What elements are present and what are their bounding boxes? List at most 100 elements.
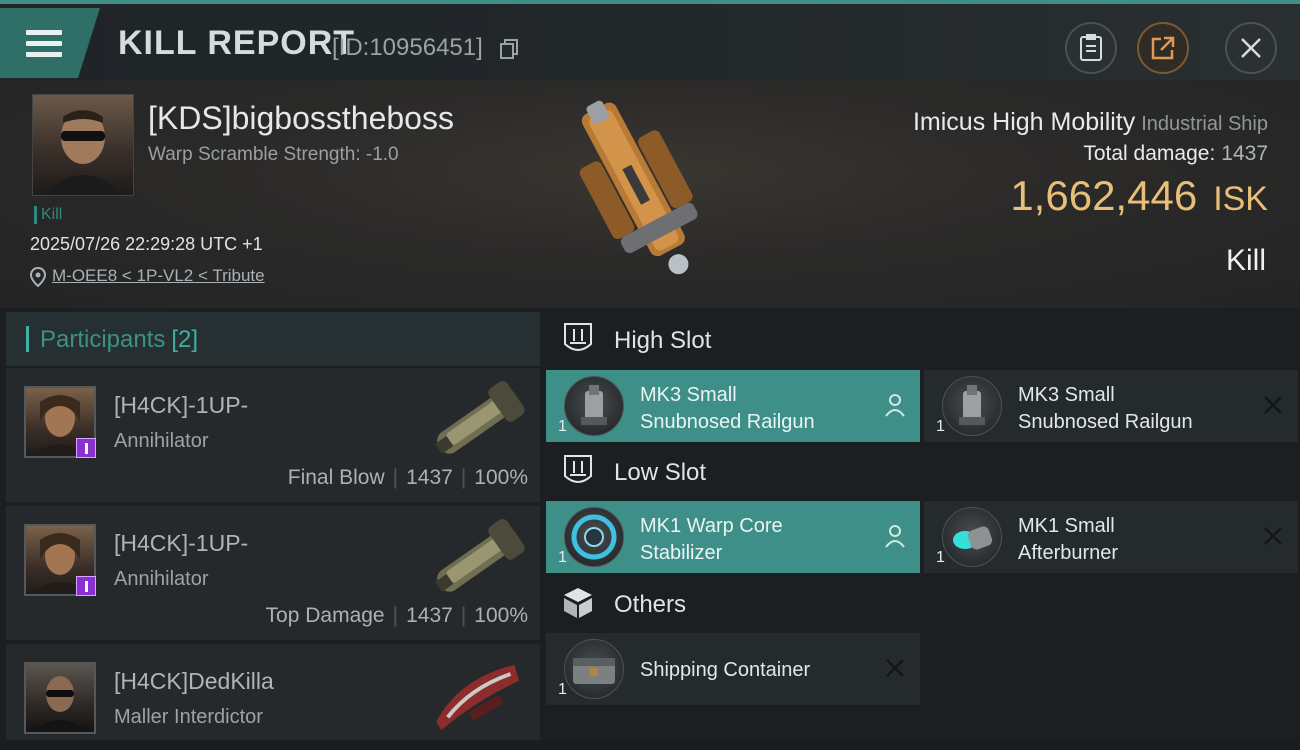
participants-header[interactable]: Participants [2] — [6, 312, 540, 366]
low-slot-label: Low Slot — [614, 459, 707, 486]
destroyed-x-icon — [1264, 527, 1282, 545]
total-damage-value: 1437 — [1221, 142, 1268, 165]
victim-ship-name: Imicus High Mobility Industrial Ship — [913, 108, 1268, 137]
high-slot-icon — [564, 323, 592, 351]
low-slot-icon — [564, 455, 592, 483]
module-item[interactable]: 1 MK1 Warp Core Stabilizer — [546, 501, 920, 573]
badge-icon — [76, 576, 96, 596]
victim-avatar[interactable] — [32, 94, 134, 196]
kill-tag: Kill — [34, 206, 62, 224]
kill-result-label: Kill — [1225, 244, 1266, 277]
module-name-line2: Snubnosed Railgun — [640, 411, 815, 433]
participant-ship-image — [435, 519, 525, 592]
victim-banner: [KDS]bigbosstheboss Warp Scramble Streng… — [0, 80, 1300, 308]
destroyed-x-icon — [886, 659, 904, 677]
participant-avatar — [24, 386, 96, 458]
total-damage-label: Total damage: — [1083, 142, 1216, 165]
participant-name: [H4CK]-1UP- — [114, 530, 249, 556]
destroyed-x-icon — [1264, 396, 1282, 414]
close-button[interactable] — [1225, 22, 1277, 74]
module-quantity: 1 — [558, 681, 567, 698]
participant-ship: Annihilator — [114, 430, 209, 452]
warp-core-stabilizer-icon — [564, 507, 624, 567]
participant-ship-image — [436, 664, 519, 731]
participant-percent: 100% — [474, 466, 528, 489]
module-name: MK1 Warp Core Stabilizer — [640, 513, 783, 567]
clipboard-icon — [1080, 34, 1102, 61]
module-item[interactable]: 1 MK3 Small Snubnosed Railgun — [924, 370, 1298, 442]
total-damage: Total damage: 1437 — [1083, 142, 1268, 166]
module-name: MK3 Small Snubnosed Railgun — [640, 382, 815, 436]
victim-ship-image — [579, 100, 698, 275]
participant-ship: Annihilator — [114, 568, 209, 590]
participant-row[interactable]: [H4CK]DedKilla Maller Interdictor — [6, 644, 540, 744]
isk-value-row: 1,662,446 ISK — [1010, 172, 1268, 220]
others-header: Others — [546, 574, 1300, 634]
railgun-icon — [942, 376, 1002, 436]
ship-class-text: Industrial Ship — [1141, 113, 1268, 135]
stats-separator: | — [460, 466, 467, 489]
menu-icon — [26, 30, 62, 58]
participant-name: [H4CK]-1UP- — [114, 392, 249, 418]
afterburner-icon — [942, 507, 1002, 567]
module-quantity: 1 — [936, 418, 945, 435]
participant-row[interactable]: [H4CK]-1UP- Annihilator Final Blow | 1437 |… — [6, 368, 540, 502]
participant-stats: Top Damage | 1437 | 100% — [266, 604, 528, 628]
participant-stats: Final Blow | 1437 | 100% — [288, 466, 528, 490]
module-quantity: 1 — [558, 549, 567, 566]
location-pin-icon — [30, 267, 46, 287]
menu-button[interactable] — [0, 8, 100, 78]
kill-timestamp: 2025/07/26 22:29:28 UTC +1 — [30, 234, 263, 254]
copy-icon[interactable] — [500, 39, 518, 59]
victim-name: [KDS]bigbosstheboss — [148, 100, 454, 136]
isk-unit: ISK — [1213, 180, 1268, 218]
high-slot-label: High Slot — [614, 327, 712, 354]
participant-damage: 1437 — [406, 466, 453, 489]
module-name-line1: MK3 Small — [640, 384, 737, 406]
participant-role: Top Damage — [265, 604, 385, 627]
location-link[interactable]: M-OEE8 < 1P-VL2 < Tribute — [30, 266, 265, 287]
participant-ship: Maller Interdictor — [114, 706, 263, 728]
share-icon — [1151, 36, 1175, 60]
person-icon — [885, 394, 905, 417]
module-item[interactable]: 1 Shipping Container — [546, 633, 920, 705]
module-name-line2: Afterburner — [1018, 542, 1119, 564]
pilot-portrait-icon — [32, 676, 88, 732]
page-title: KILL REPORT — [118, 24, 356, 62]
module-name: MK1 Small Afterburner — [1018, 513, 1118, 567]
participant-avatar — [24, 662, 96, 734]
module-name-line2: Snubnosed Railgun — [1018, 411, 1193, 433]
share-button[interactable] — [1137, 22, 1189, 74]
railgun-icon — [564, 376, 624, 436]
stats-separator: | — [460, 604, 467, 627]
participant-row[interactable]: [H4CK]-1UP- Annihilator Top Damage | 1437 |… — [6, 506, 540, 640]
participant-percent: 100% — [474, 604, 528, 627]
participants-label: Participants — [40, 326, 166, 353]
high-slot-header: High Slot — [546, 310, 1300, 370]
module-name-line1: MK1 Warp Core — [640, 515, 783, 537]
report-id: [ID:10956451] — [332, 34, 483, 61]
participants-title: Participants [2] — [40, 326, 198, 354]
stats-separator: | — [392, 466, 399, 489]
close-icon — [1241, 38, 1261, 58]
participants-count: [2] — [171, 326, 199, 353]
module-name: MK3 Small Snubnosed Railgun — [1018, 382, 1193, 436]
ship-name-text: Imicus High Mobility — [912, 108, 1136, 136]
module-quantity: 1 — [936, 549, 945, 566]
participant-avatar — [24, 524, 96, 596]
participant-damage: 1437 — [406, 604, 453, 627]
module-quantity: 1 — [558, 418, 567, 435]
module-name-line1: Shipping Container — [640, 659, 811, 681]
top-bar: KILL REPORT [ID:10956451] — [0, 0, 1300, 80]
module-name-line2: Stabilizer — [640, 542, 723, 564]
participant-role: Final Blow — [287, 466, 385, 489]
bottom-edge — [0, 740, 1300, 750]
participant-name: [H4CK]DedKilla — [114, 668, 274, 694]
cargo-box-icon — [564, 588, 592, 618]
location-text: M-OEE8 < 1P-VL2 < Tribute — [52, 266, 265, 285]
module-item[interactable]: 1 MK1 Small Afterburner — [924, 501, 1298, 573]
module-item[interactable]: 1 MK3 Small Snubnosed Railgun — [546, 370, 920, 442]
person-icon — [885, 525, 905, 548]
clipboard-button[interactable] — [1065, 22, 1117, 74]
module-name-line1: MK1 Small — [1018, 515, 1115, 537]
